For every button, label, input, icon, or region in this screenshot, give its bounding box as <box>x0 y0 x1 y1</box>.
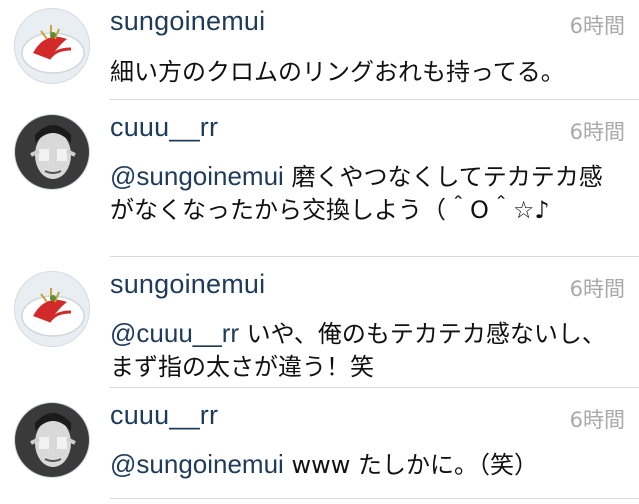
avatar[interactable] <box>14 402 90 478</box>
mention-link[interactable]: @cuuu__rr <box>110 318 239 348</box>
sungoinemui-avatar-icon <box>21 288 85 337</box>
username[interactable]: sungoinemui <box>110 269 265 300</box>
avatar[interactable] <box>14 114 90 190</box>
comment-item: sungoinemui 6時間 @cuuu__rr いや、俺のもテカテカ感ないし… <box>0 257 639 389</box>
timestamp: 6時間 <box>569 408 625 432</box>
comment-list: sungoinemui 6時間 細い方のクロムのリングおれも持ってる。 cuuu… <box>0 0 639 504</box>
avatar[interactable] <box>14 8 90 84</box>
comment-item: cuuu__rr 6時間 @sungoinemui 磨くやつなくしてテカテカ感が… <box>0 100 639 257</box>
mention-link[interactable]: @sungoinemui <box>110 161 284 191</box>
comment-text: @cuuu__rr いや、俺のもテカテカ感ないし、まず指の太さが違う！笑 <box>110 317 625 384</box>
cuuu-rr-avatar-icon <box>15 115 89 189</box>
comment-text: @sungoinemui 磨くやつなくしてテカテカ感がなくなったから交換しよう（… <box>110 160 625 227</box>
cuuu-rr-avatar-icon <box>15 403 89 477</box>
timestamp: 6時間 <box>569 120 625 144</box>
comment-item: sungoinemui 6時間 細い方のクロムのリングおれも持ってる。 <box>0 0 639 110</box>
comment-item: cuuu__rr 6時間 @sungoinemui www たしかに。（笑） <box>0 388 639 504</box>
sungoinemui-avatar-icon <box>21 25 85 74</box>
divider <box>110 498 639 499</box>
comment-text: @sungoinemui www たしかに。（笑） <box>110 448 625 482</box>
username[interactable]: sungoinemui <box>110 6 265 37</box>
comment-body: 細い方のクロムのリングおれも持ってる。 <box>110 58 565 86</box>
mention-link[interactable]: @sungoinemui <box>110 449 284 479</box>
username[interactable]: cuuu__rr <box>110 112 218 143</box>
avatar[interactable] <box>14 271 90 347</box>
timestamp: 6時間 <box>569 14 625 38</box>
timestamp: 6時間 <box>569 277 625 301</box>
username[interactable]: cuuu__rr <box>110 400 218 431</box>
comment-body: www たしかに。（笑） <box>283 451 538 479</box>
comment-text: 細い方のクロムのリングおれも持ってる。 <box>110 56 625 89</box>
